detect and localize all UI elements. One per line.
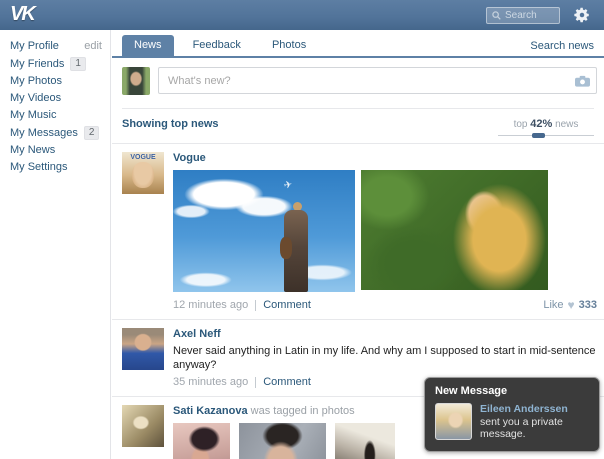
sidebar-item-my-music[interactable]: My Music — [0, 107, 110, 124]
comment-link[interactable]: Comment — [263, 299, 311, 311]
camera-icon[interactable] — [575, 75, 590, 90]
messages-count-badge: 2 — [83, 126, 100, 140]
search-news-link[interactable]: Search news — [530, 40, 594, 52]
search-icon — [492, 11, 501, 20]
post-text: Never said anything in Latin in my life.… — [173, 345, 596, 371]
whats-new-input[interactable] — [158, 67, 597, 94]
post-author-link[interactable]: Axel Neff — [173, 328, 597, 340]
feed-post-vogue: VOGUE Vogue ✈ 12 minutes ago Comment Lik… — [112, 143, 604, 319]
vk-logo[interactable]: VK — [10, 3, 36, 26]
like-button[interactable]: Like ♥ 333 — [543, 299, 597, 311]
like-count: 333 — [578, 299, 597, 311]
top-bar: VK Search — [0, 0, 604, 30]
post-body: Vogue ✈ 12 minutes ago Comment Like ♥ 33… — [173, 152, 597, 311]
post-footer: 12 minutes ago Comment Like ♥ 333 — [173, 299, 597, 311]
post-photo[interactable] — [173, 423, 230, 459]
photo-figure — [280, 237, 293, 260]
sidebar: My Profile edit My Friends 1 My Photos M… — [0, 30, 111, 459]
sidebar-item-my-friends[interactable]: My Friends 1 — [0, 55, 110, 73]
sidebar-item-my-videos[interactable]: My Videos — [0, 90, 110, 107]
new-message-notification[interactable]: New Message Eileen Anderssen sent you a … — [424, 377, 600, 452]
header-search-input[interactable]: Search — [486, 7, 560, 24]
post-photo[interactable]: ✈ — [173, 170, 355, 292]
vogue-cover-text: VOGUE — [130, 154, 156, 161]
sidebar-item-my-profile[interactable]: My Profile edit — [0, 38, 110, 55]
sidebar-label: My Messages — [10, 126, 78, 139]
feed-title: Showing top news — [122, 118, 219, 130]
feed-header: Showing top news top 42% news — [112, 109, 604, 143]
post-timestamp: 35 minutes ago — [173, 376, 249, 388]
status-composer — [112, 58, 604, 104]
post-action-text: was tagged in photos — [250, 405, 355, 417]
heart-icon: ♥ — [567, 298, 575, 312]
post-photo[interactable] — [335, 423, 395, 459]
sidebar-item-my-photos[interactable]: My Photos — [0, 73, 110, 90]
sidebar-label: My Profile — [10, 40, 59, 52]
post-author-link[interactable]: Sati Kazanova — [173, 405, 248, 417]
sidebar-item-my-settings[interactable]: My Settings — [0, 159, 110, 176]
my-avatar[interactable] — [122, 67, 150, 95]
header-search-placeholder: Search — [505, 10, 537, 21]
post-avatar-vogue[interactable]: VOGUE — [122, 152, 164, 194]
slider-track[interactable] — [498, 135, 594, 136]
sidebar-label: My Photos — [10, 75, 62, 87]
sender-avatar[interactable] — [435, 403, 472, 440]
tab-news[interactable]: News — [122, 35, 174, 56]
post-avatar-axel[interactable] — [122, 328, 164, 370]
sidebar-label: My Music — [10, 109, 57, 121]
sidebar-label: My Videos — [10, 92, 62, 104]
top-news-slider[interactable] — [498, 133, 594, 139]
sender-name-link[interactable]: Eileen Anderssen — [480, 403, 589, 415]
footer-separator — [255, 376, 257, 388]
friends-count-badge: 1 — [70, 57, 86, 71]
post-photo[interactable] — [239, 423, 326, 459]
top-news-slider-handle[interactable] — [532, 133, 546, 138]
plane-glyph: ✈ — [282, 178, 294, 192]
comment-link[interactable]: Comment — [263, 376, 311, 388]
sidebar-label: My News — [10, 144, 56, 156]
post-timestamp: 12 minutes ago — [173, 299, 249, 311]
gear-icon[interactable] — [573, 6, 591, 24]
top-news-control: top 42% news — [498, 118, 594, 139]
notification-message: sent you a private message. — [480, 416, 563, 440]
post-avatar-sati[interactable] — [122, 405, 164, 447]
notification-text: Eileen Anderssen sent you a private mess… — [480, 403, 589, 440]
sidebar-item-my-news[interactable]: My News — [0, 142, 110, 159]
tab-feedback[interactable]: Feedback — [181, 35, 253, 56]
sidebar-label: My Friends — [10, 57, 65, 70]
vk-page: VK Search My Profile edit My Friends 1 M… — [0, 0, 604, 459]
footer-separator — [255, 299, 257, 311]
like-label: Like — [543, 299, 564, 311]
notification-body: Eileen Anderssen sent you a private mess… — [425, 397, 599, 440]
notification-title: New Message — [435, 385, 508, 397]
top-news-label: top 42% news — [513, 118, 579, 130]
post-photo-row: ✈ — [173, 170, 597, 292]
tab-bar: Search news News Feedback Photos — [112, 30, 604, 56]
filter-suffix: news — [555, 119, 579, 130]
post-author-link[interactable]: Vogue — [173, 152, 597, 164]
tab-photos[interactable]: Photos — [260, 35, 318, 56]
sidebar-item-my-messages[interactable]: My Messages 2 — [0, 124, 110, 142]
vogue-cover-face — [132, 162, 154, 188]
filter-prefix: top — [513, 119, 528, 130]
sidebar-label: My Settings — [10, 161, 68, 173]
edit-profile-link[interactable]: edit — [84, 40, 102, 53]
composer-box — [158, 67, 597, 94]
filter-value: 42% — [530, 118, 553, 130]
post-photo[interactable] — [361, 170, 548, 290]
